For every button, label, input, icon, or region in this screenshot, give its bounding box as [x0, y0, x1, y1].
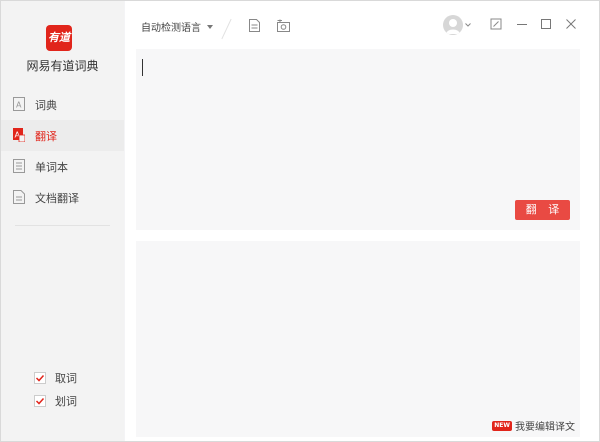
dictionary-icon: A: [13, 97, 25, 111]
option-select-word[interactable]: 划词: [34, 393, 77, 409]
screenshot-icon[interactable]: [277, 19, 290, 32]
translate-main: 翻 译 NEW 我要编辑译文: [125, 47, 599, 441]
sidebar-item-document-translate[interactable]: 文档翻译: [1, 182, 124, 213]
sidebar-item-label: 文档翻译: [35, 191, 79, 205]
user-avatar[interactable]: [443, 15, 463, 35]
document-icon[interactable]: [248, 19, 261, 32]
translation-output: NEW 我要编辑译文: [136, 241, 580, 437]
svg-text:A: A: [16, 101, 22, 110]
language-selected: 自动检测语言: [141, 23, 201, 34]
edit-translation-link[interactable]: NEW 我要编辑译文: [492, 418, 575, 433]
option-pick-word[interactable]: 取词: [34, 370, 77, 386]
user-icon: [446, 19, 460, 34]
sidebar-divider: [15, 225, 110, 226]
translate-button[interactable]: 翻 译: [515, 200, 570, 220]
sidebar-nav: A 词典 A 翻译 单词本 文档翻译: [1, 89, 124, 213]
sidebar: 有道 网易有道词典 A 词典 A 翻译 单词本 文档翻译 取词 划词: [1, 1, 124, 441]
option-label: 取词: [55, 372, 77, 385]
edit-translation-label: 我要编辑译文: [515, 422, 575, 433]
sidebar-item-label: 单词本: [35, 160, 68, 174]
document-icon: [13, 190, 25, 204]
sidebar-item-label: 翻译: [35, 129, 57, 143]
source-text-input[interactable]: 翻 译: [136, 49, 580, 230]
sidebar-item-translate[interactable]: A 翻译: [1, 120, 124, 151]
close-icon[interactable]: [564, 17, 578, 31]
new-badge: NEW: [492, 420, 512, 431]
app-window: 有道 网易有道词典 A 词典 A 翻译 单词本 文档翻译 取词 划词 自动检测语…: [0, 0, 600, 442]
app-logo: 有道: [46, 25, 72, 51]
language-selector[interactable]: 自动检测语言: [141, 19, 213, 34]
option-label: 划词: [55, 395, 77, 408]
maximize-icon[interactable]: [539, 17, 553, 31]
sidebar-item-dictionary[interactable]: A 词典: [1, 89, 124, 120]
sidebar-item-wordbook[interactable]: 单词本: [1, 151, 124, 182]
translate-icon: A: [13, 128, 25, 142]
top-toolbar: 自动检测语言: [125, 1, 599, 47]
chevron-down-icon: [207, 25, 213, 29]
checkbox-checked-icon[interactable]: [34, 395, 46, 407]
wordbook-icon: [13, 159, 25, 173]
chevron-down-icon[interactable]: [465, 23, 471, 27]
app-title: 网易有道词典: [26, 59, 99, 73]
sidebar-item-label: 词典: [35, 98, 57, 112]
minimize-icon[interactable]: [515, 17, 529, 31]
mini-mode-icon[interactable]: [489, 17, 503, 31]
checkbox-checked-icon[interactable]: [34, 372, 46, 384]
toolbar-divider: [221, 18, 232, 40]
text-cursor: [142, 59, 143, 76]
